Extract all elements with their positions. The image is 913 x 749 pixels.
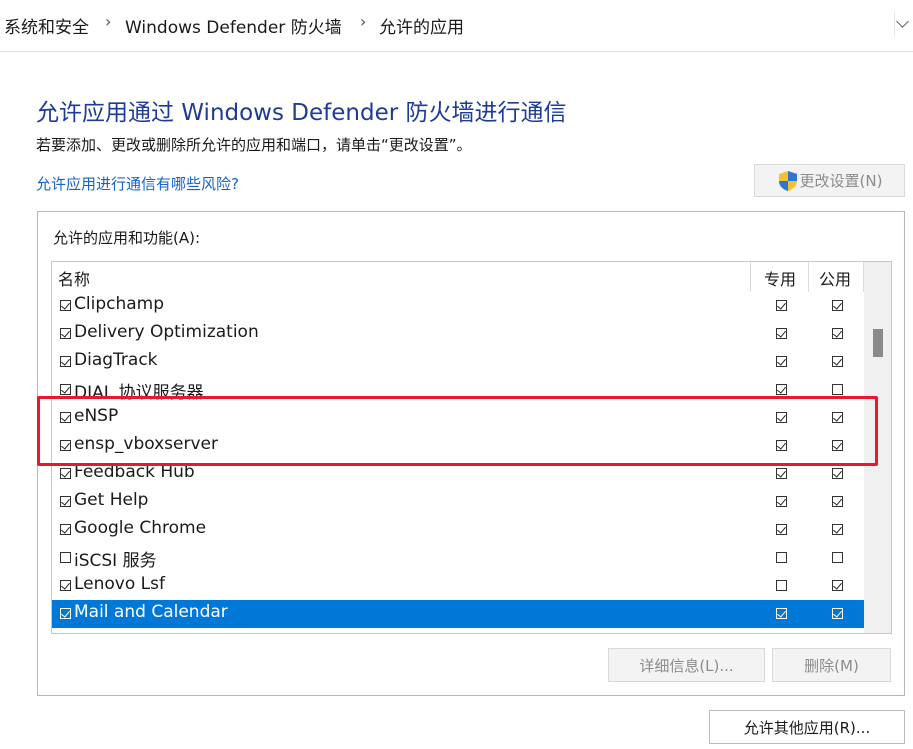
- public-checkbox[interactable]: [832, 328, 843, 339]
- private-checkbox[interactable]: [776, 356, 787, 367]
- column-header-private[interactable]: 专用: [764, 266, 796, 290]
- list-item[interactable]: DiagTrack: [52, 348, 864, 376]
- allow-other-app-button[interactable]: 允许其他应用(R)...: [709, 710, 905, 744]
- private-checkbox[interactable]: [776, 552, 787, 563]
- breadcrumb-item-allowed-apps[interactable]: 允许的应用: [379, 13, 464, 38]
- app-name: Lenovo Lsf: [74, 574, 165, 594]
- public-checkbox[interactable]: [832, 496, 843, 507]
- list-item[interactable]: ensp_vboxserver: [52, 432, 864, 460]
- app-name: eNSP: [74, 406, 119, 426]
- private-checkbox[interactable]: [776, 384, 787, 395]
- list-item[interactable]: Google Chrome: [52, 516, 864, 544]
- private-checkbox[interactable]: [776, 468, 787, 479]
- public-checkbox[interactable]: [832, 300, 843, 311]
- enable-checkbox[interactable]: [60, 496, 71, 507]
- app-name: DiagTrack: [74, 350, 158, 370]
- vertical-scrollbar[interactable]: [864, 262, 891, 633]
- public-checkbox[interactable]: [832, 524, 843, 535]
- page-title: 允许应用通过 Windows Defender 防火墙进行通信: [36, 100, 567, 126]
- chevron-down-icon[interactable]: [894, 12, 913, 36]
- list-item[interactable]: Get Help: [52, 488, 864, 516]
- list-item[interactable]: Feedback Hub: [52, 460, 864, 488]
- column-divider[interactable]: [750, 262, 751, 292]
- column-divider[interactable]: [808, 262, 809, 292]
- list-item[interactable]: DIAL 协议服务器: [52, 376, 864, 404]
- app-name: Clipchamp: [74, 294, 164, 314]
- private-checkbox[interactable]: [776, 580, 787, 591]
- enable-checkbox[interactable]: [60, 384, 71, 395]
- private-checkbox[interactable]: [776, 524, 787, 535]
- list-item[interactable]: iSCSI 服务: [52, 544, 864, 572]
- enable-checkbox[interactable]: [60, 468, 71, 479]
- enable-checkbox[interactable]: [60, 412, 71, 423]
- list-item[interactable]: Mail and Calendar: [52, 600, 864, 628]
- public-checkbox[interactable]: [832, 440, 843, 451]
- app-name: Get Help: [74, 490, 149, 510]
- breadcrumb-separator: ›: [360, 12, 367, 31]
- app-name: Delivery Optimization: [74, 322, 259, 342]
- private-checkbox[interactable]: [776, 328, 787, 339]
- change-settings-label: 更改设置(N): [799, 172, 883, 190]
- app-name: Mail and Calendar: [74, 602, 228, 622]
- remove-button[interactable]: 删除(M): [772, 648, 891, 682]
- enable-checkbox[interactable]: [60, 608, 71, 619]
- breadcrumb-item-firewall[interactable]: Windows Defender 防火墙: [125, 13, 342, 38]
- column-header-public[interactable]: 公用: [819, 266, 851, 290]
- public-checkbox[interactable]: [832, 356, 843, 367]
- enable-checkbox[interactable]: [60, 580, 71, 591]
- enable-checkbox[interactable]: [60, 356, 71, 367]
- breadcrumb: 系统和安全 › Windows Defender 防火墙 › 允许的应用: [0, 0, 913, 52]
- scrollbar-thumb[interactable]: [873, 329, 883, 357]
- public-checkbox[interactable]: [832, 580, 843, 591]
- risk-info-link[interactable]: 允许应用进行通信有哪些风险?: [36, 173, 239, 194]
- enable-checkbox[interactable]: [60, 524, 71, 535]
- enable-checkbox[interactable]: [60, 300, 71, 311]
- public-checkbox[interactable]: [832, 608, 843, 619]
- list-item[interactable]: Lenovo Lsf: [52, 572, 864, 600]
- list-item[interactable]: Delivery Optimization: [52, 320, 864, 348]
- public-checkbox[interactable]: [832, 468, 843, 479]
- public-checkbox[interactable]: [832, 384, 843, 395]
- public-checkbox[interactable]: [832, 552, 843, 563]
- app-name: DIAL 协议服务器: [74, 383, 204, 403]
- allowed-apps-label: 允许的应用和功能(A):: [53, 229, 201, 247]
- private-checkbox[interactable]: [776, 496, 787, 507]
- breadcrumb-item-system-security[interactable]: 系统和安全: [4, 13, 89, 38]
- enable-checkbox[interactable]: [60, 552, 71, 563]
- list-header: 名称 专用 公用: [52, 262, 864, 292]
- app-name: Google Chrome: [74, 518, 207, 538]
- details-button[interactable]: 详细信息(L)...: [608, 648, 765, 682]
- allowed-apps-list[interactable]: 名称 专用 公用 Clipchamp Delivery Optimization D…: [51, 261, 892, 634]
- page-description: 若要添加、更改或删除所允许的应用和端口，请单击“更改设置”。: [36, 136, 472, 154]
- enable-checkbox[interactable]: [60, 440, 71, 451]
- list-item[interactable]: eNSP: [52, 404, 864, 432]
- breadcrumb-separator: ›: [105, 12, 112, 31]
- private-checkbox[interactable]: [776, 440, 787, 451]
- private-checkbox[interactable]: [776, 608, 787, 619]
- app-name: ensp_vboxserver: [74, 434, 218, 454]
- uac-shield-icon: [778, 170, 797, 191]
- column-header-name[interactable]: 名称: [58, 266, 90, 290]
- private-checkbox[interactable]: [776, 300, 787, 311]
- enable-checkbox[interactable]: [60, 328, 71, 339]
- private-checkbox[interactable]: [776, 412, 787, 423]
- list-item[interactable]: Clipchamp: [52, 292, 864, 320]
- app-name: iSCSI 服务: [74, 551, 157, 571]
- public-checkbox[interactable]: [832, 412, 843, 423]
- change-settings-button[interactable]: 更改设置(N): [754, 164, 905, 197]
- app-name: Feedback Hub: [74, 462, 195, 482]
